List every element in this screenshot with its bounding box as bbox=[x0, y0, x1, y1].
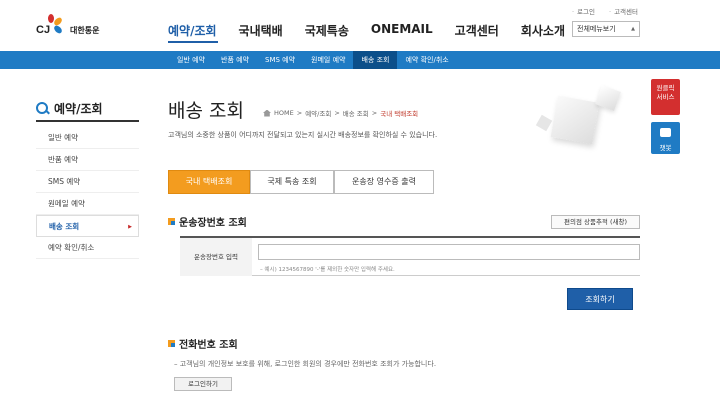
page-title: 배송 조회 bbox=[168, 100, 244, 122]
lnb-title-text: 예약/조회 bbox=[54, 102, 103, 116]
lnb-item-confirm[interactable]: 예약 확인/취소 bbox=[36, 237, 139, 259]
gnb-reservation[interactable]: 예약/조회 bbox=[168, 22, 217, 39]
search-button[interactable]: 조회하기 bbox=[567, 288, 633, 310]
gnb-company[interactable]: 회사소개 bbox=[521, 22, 565, 39]
brand-name: 대한통운 bbox=[70, 25, 100, 35]
lnb-divider bbox=[36, 120, 139, 122]
subnav-onemail[interactable]: 원메일 예약 bbox=[303, 51, 353, 69]
global-nav: 예약/조회 국내택배 국제특송 ONEMAIL 고객센터 회사소개 bbox=[168, 22, 587, 39]
breadcrumb: HOME > 예약/조회 > 배송 조회 > 국내 택배조회 bbox=[263, 108, 418, 118]
waybill-input[interactable] bbox=[258, 244, 640, 260]
waybill-hint: – 예시) 1234567890 '-'를 제외한 숫자만 입력해 주세요. bbox=[260, 267, 395, 273]
search-icon bbox=[36, 101, 50, 116]
login-button[interactable]: 로그인하기 bbox=[174, 377, 232, 391]
tab-domestic[interactable]: 국내 택배조회 bbox=[168, 170, 250, 194]
cj-logo-icon: CJ bbox=[36, 14, 66, 38]
subnav-tracking[interactable]: 배송 조회 bbox=[353, 51, 398, 69]
lnb-item-onemail[interactable]: 원메일 예약 bbox=[36, 193, 139, 215]
decorative-cube bbox=[595, 85, 621, 111]
tab-receipt[interactable]: 운송장 영수증 출력 bbox=[334, 170, 434, 194]
lnb-item-general[interactable]: 일반 예약 bbox=[36, 127, 139, 149]
gnb-international[interactable]: 국제특송 bbox=[305, 22, 349, 39]
waybill-form: 운송장번호 입력 – 예시) 1234567890 '-'를 제외한 숫자만 입… bbox=[180, 236, 640, 276]
section-title-text: 전화번호 조회 bbox=[179, 340, 238, 351]
decorative-cube bbox=[550, 95, 600, 145]
customer-center-link[interactable]: 고객센터 bbox=[609, 6, 638, 16]
lnb-item-sms[interactable]: SMS 예약 bbox=[36, 171, 139, 193]
cj-logo[interactable]: CJ 대한통운 bbox=[36, 14, 99, 38]
tab-international[interactable]: 국제 특송 조회 bbox=[250, 170, 334, 194]
utility-links: 로그인 고객센터 bbox=[572, 6, 638, 16]
section-title-phone: 전화번호 조회 bbox=[168, 336, 238, 351]
subnav-return[interactable]: 반품 예약 bbox=[213, 51, 257, 69]
section-bullet-icon bbox=[168, 340, 175, 347]
sub-nav-bar: 일반 예약 반품 예약 SMS 예약 원메일 예약 배송 조회 예약 확인/취소 bbox=[0, 51, 720, 69]
lnb-title: 예약/조회 bbox=[36, 100, 103, 117]
gnb-domestic[interactable]: 국내택배 bbox=[239, 22, 283, 39]
page-description: 고객님의 소중한 상품이 어디까지 전달되고 있는지 실시간 배송정보를 확인하… bbox=[168, 131, 438, 139]
subnav-sms[interactable]: SMS 예약 bbox=[257, 51, 303, 69]
breadcrumb-tracking[interactable]: 배송 조회 bbox=[343, 108, 369, 118]
lnb-item-return[interactable]: 반품 예약 bbox=[36, 149, 139, 171]
section-bullet-icon bbox=[168, 218, 175, 225]
phone-notice: – 고객님의 개인정보 보호를 위해, 로그인한 회원의 경우에만 전화번호 조… bbox=[174, 360, 437, 368]
oneclick-label-2: 서비스 bbox=[656, 93, 675, 101]
subnav-general[interactable]: 일반 예약 bbox=[169, 51, 213, 69]
lnb-item-tracking[interactable]: 배송 조회 bbox=[36, 215, 139, 238]
oneclick-label-1: 원클릭 bbox=[656, 84, 675, 92]
chatbot-label: 챗봇 bbox=[659, 144, 672, 152]
left-nav: 일반 예약 반품 예약 SMS 예약 원메일 예약 배송 조회 예약 확인/취소 bbox=[36, 127, 139, 259]
home-icon bbox=[263, 109, 271, 117]
brand-mark: CJ bbox=[36, 24, 51, 36]
login-link[interactable]: 로그인 bbox=[572, 6, 595, 16]
chat-icon bbox=[660, 128, 671, 137]
gnb-customer[interactable]: 고객센터 bbox=[455, 22, 499, 39]
breadcrumb-reservation[interactable]: 예약/조회 bbox=[305, 108, 331, 118]
breadcrumb-current: 국내 택배조회 bbox=[380, 110, 419, 118]
breadcrumb-home[interactable]: HOME bbox=[274, 109, 294, 117]
section-title-waybill: 운송장번호 조회 bbox=[168, 214, 247, 229]
tracking-tabs: 국내 택배조회 국제 특송 조회 운송장 영수증 출력 bbox=[168, 170, 434, 194]
waybill-label: 운송장번호 입력 bbox=[180, 238, 252, 276]
all-menu-button[interactable]: 전체메뉴보기 bbox=[572, 21, 640, 37]
subnav-confirm[interactable]: 예약 확인/취소 bbox=[397, 51, 456, 69]
gnb-onemail[interactable]: ONEMAIL bbox=[371, 22, 433, 39]
convenience-store-tracking-button[interactable]: 편의점 상품추적 (새창) bbox=[551, 215, 640, 229]
section-title-text: 운송장번호 조회 bbox=[179, 218, 247, 229]
decorative-cube bbox=[535, 114, 553, 132]
gnb-active-indicator bbox=[168, 41, 218, 43]
oneclick-service-button[interactable]: 원클릭 서비스 bbox=[651, 79, 680, 115]
chatbot-button[interactable]: 챗봇 bbox=[651, 122, 680, 154]
